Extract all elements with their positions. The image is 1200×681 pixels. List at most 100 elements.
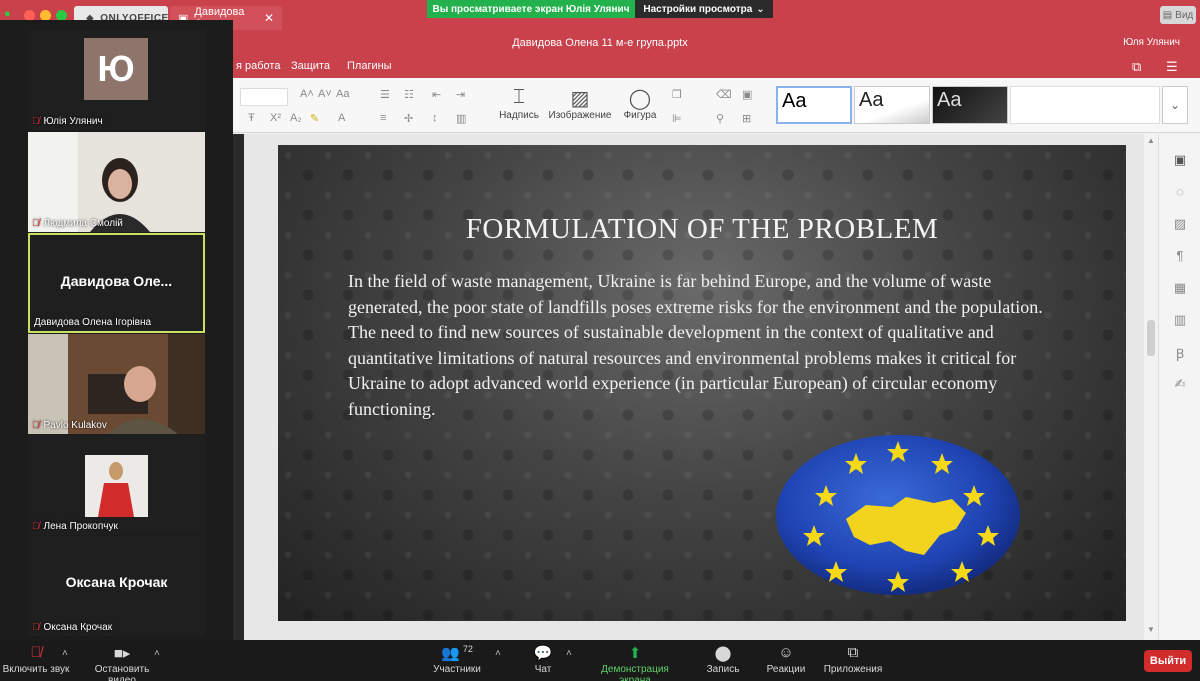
subscript-icon[interactable]: A₂	[290, 112, 302, 124]
record-button[interactable]: ⬤ Запись	[704, 644, 742, 675]
text-art-settings-icon[interactable]: Ꞵ	[1170, 344, 1190, 364]
view-button[interactable]: ▤ Вид	[1160, 6, 1196, 24]
shape-icon: ◯	[628, 88, 652, 110]
video-options-chevron-icon[interactable]: ˄	[154, 648, 160, 659]
decrease-indent-icon[interactable]: ⇤	[432, 88, 441, 101]
insert-image-label: Изображение	[548, 110, 612, 121]
record-icon: ⬤	[714, 645, 732, 662]
theme-option-3[interactable]: Aa	[932, 86, 1008, 124]
slide-thumbnails-strip[interactable]	[232, 134, 244, 640]
participants-options-chevron-icon[interactable]: ˄	[495, 648, 501, 659]
align-shape-icon[interactable]: ⊫	[672, 112, 682, 125]
slide-body-text[interactable]: In the field of waste management, Ukrain…	[348, 269, 1068, 423]
chart-settings-icon[interactable]: ▥	[1170, 312, 1190, 332]
chat-bubble-icon: 💬	[533, 645, 553, 662]
participant-tile[interactable]: 🎙̸ Лена Прокопчук	[28, 435, 205, 535]
paragraph-settings-icon[interactable]: ¶	[1170, 248, 1190, 268]
participants-button[interactable]: 👥 72 Участники	[430, 644, 484, 675]
increase-indent-icon[interactable]: ⇥	[456, 88, 465, 101]
hamburger-menu-icon[interactable]: ☰	[1166, 59, 1178, 75]
open-file-location-icon[interactable]: ⧉	[1132, 59, 1141, 75]
reactions-smiley-icon: ☺	[778, 644, 794, 661]
theme-option-1[interactable]: Aa	[776, 86, 852, 124]
menu-protection[interactable]: Защита	[291, 60, 330, 72]
increase-font-icon[interactable]: A˄	[300, 88, 314, 100]
participant-tile[interactable]: Ю 🎙̸ Юлія Улянич	[28, 30, 205, 130]
record-label: Запись	[706, 664, 740, 675]
share-screen-label: Демонстрация экрана	[601, 664, 669, 681]
participant-name: 🎙̸ Людмила Смолій	[32, 218, 123, 229]
reactions-button[interactable]: ☺ Реакции	[764, 644, 808, 675]
change-case-icon[interactable]: Aa	[336, 88, 349, 100]
vertical-align-icon[interactable]: ✢	[404, 112, 413, 125]
slide-canvas[interactable]: FORMULATION OF THE PROBLEM In the field …	[278, 145, 1126, 621]
participant-tile[interactable]: 🎙̸ Людмила Смолій	[28, 132, 205, 232]
participant-tile-active-speaker[interactable]: Давидова Оле... Давидова Олена Ігорівна	[28, 233, 205, 333]
scroll-up-icon[interactable]: ▲	[1147, 136, 1155, 145]
vertical-scrollbar[interactable]: ▲ ▼	[1144, 134, 1158, 640]
muted-mic-icon: 🎙̸	[32, 521, 40, 532]
reactions-label: Реакции	[766, 664, 806, 675]
camera-feed	[28, 435, 205, 535]
chat-label: Чат	[534, 664, 552, 675]
close-tab-icon[interactable]: ✕	[264, 11, 274, 25]
align-left-icon[interactable]: ≡	[380, 112, 386, 124]
view-settings-label: Настройки просмотра	[643, 3, 753, 15]
image-settings-icon[interactable]: ▨	[1170, 216, 1190, 236]
theme-2-label: Aa	[859, 89, 884, 111]
participants-icon: 👥 72	[441, 644, 473, 662]
apps-button[interactable]: ⧉ Приложения	[822, 644, 884, 675]
columns-icon[interactable]: ▥	[456, 112, 466, 125]
eu-ukraine-flag-image[interactable]	[774, 433, 1022, 597]
theme-option-2[interactable]: Aa	[854, 86, 930, 124]
theme-gallery-area	[1010, 86, 1160, 124]
slide-title[interactable]: FORMULATION OF THE PROBLEM	[278, 213, 1126, 246]
chat-button[interactable]: 💬 Чат	[528, 644, 558, 675]
bullets-icon[interactable]: ☰	[380, 88, 390, 101]
stop-video-label: Остановить видео	[94, 664, 150, 681]
scrollbar-thumb[interactable]	[1147, 320, 1155, 356]
font-color-icon[interactable]: A	[338, 112, 345, 124]
strikethrough-icon[interactable]: Ŧ	[248, 112, 255, 124]
insert-image-button[interactable]: ▨ Изображение	[545, 86, 615, 121]
superscript-icon[interactable]: X²	[270, 112, 281, 124]
slide-size-icon[interactable]: ▣	[742, 88, 752, 101]
participants-label: Участники	[433, 664, 481, 675]
chat-options-chevron-icon[interactable]: ˄	[566, 648, 572, 659]
insert-textbox-button[interactable]: ⌶ Надпись	[498, 86, 540, 121]
participant-tile[interactable]: Оксана Крочак 🎙̸ Оксана Крочак	[28, 536, 205, 636]
menu-collaboration[interactable]: я работа	[236, 60, 280, 72]
menu-plugins[interactable]: Плагины	[347, 60, 392, 72]
muted-mic-icon: 🎙̸	[32, 218, 40, 229]
arrange-icon[interactable]: ❐	[672, 88, 682, 101]
decrease-font-icon[interactable]: A˅	[318, 88, 332, 100]
theme-gallery-expand-button[interactable]: ⌄	[1162, 86, 1188, 124]
unmute-button[interactable]: 🎙̸ Включить звук	[2, 644, 70, 675]
font-size-select[interactable]	[240, 88, 288, 106]
line-spacing-icon[interactable]: ↕	[432, 112, 438, 124]
slide-layout-icon[interactable]: ⊞	[742, 112, 751, 125]
shape-settings-icon[interactable]: ◌	[1170, 184, 1190, 204]
copy-style-icon[interactable]: ⚲	[716, 112, 724, 125]
chevron-down-icon: ⌄	[1169, 98, 1181, 112]
security-shield-icon[interactable]: ●	[4, 8, 11, 20]
slide-settings-icon[interactable]: ▣	[1170, 152, 1190, 172]
insert-shape-label: Фигура	[623, 110, 657, 121]
participant-name: Давидова Олена Ігорівна	[34, 317, 152, 328]
muted-mic-icon: 🎙̸	[32, 116, 40, 127]
insert-shape-button[interactable]: ◯ Фигура	[618, 86, 662, 121]
clear-style-icon[interactable]: ⌫	[716, 88, 732, 101]
scroll-down-icon[interactable]: ▼	[1147, 625, 1155, 634]
leave-meeting-button[interactable]: Выйти	[1144, 650, 1192, 672]
view-settings-button[interactable]: Настройки просмотра ⌄	[635, 0, 773, 18]
muted-mic-icon: 🎙̸	[32, 420, 40, 431]
highlight-icon[interactable]: ✎	[310, 112, 319, 125]
signature-settings-icon[interactable]: ✍	[1170, 376, 1190, 396]
numbering-icon[interactable]: ☷	[404, 88, 414, 101]
audio-options-chevron-icon[interactable]: ˄	[62, 648, 68, 659]
share-banner: Вы просматриваете экран Юлія Улянич Наст…	[427, 0, 773, 18]
participant-tile[interactable]: 🎙̸ Pavlo Kulakov	[28, 334, 205, 434]
share-screen-button[interactable]: ⬆ Демонстрация экрана	[584, 644, 686, 681]
table-settings-icon[interactable]: ▦	[1170, 280, 1190, 300]
stop-video-button[interactable]: ■▸ Остановить видео	[80, 644, 164, 681]
